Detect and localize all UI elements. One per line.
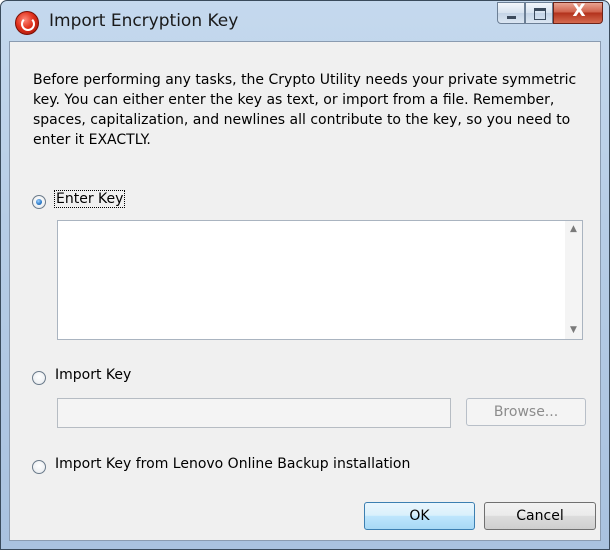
window-title: Import Encryption Key	[49, 11, 239, 31]
close-icon: X	[572, 1, 586, 21]
import-path-field[interactable]	[57, 398, 451, 428]
minimize-icon	[507, 16, 516, 19]
import-key-label[interactable]: Import Key	[55, 367, 131, 383]
close-button[interactable]: X	[553, 1, 603, 24]
scroll-up-arrow-icon[interactable]: ▲	[565, 221, 582, 238]
ok-button[interactable]: OK	[364, 502, 475, 530]
caption-buttons: X	[497, 1, 603, 26]
browse-button[interactable]: Browse...	[466, 398, 586, 426]
title-bar[interactable]: Import Encryption Key X	[1, 1, 609, 41]
cancel-button-label: Cancel	[516, 508, 564, 524]
key-text-area[interactable]: ▲ ▼	[57, 220, 583, 340]
crypto-utility-icon	[15, 11, 39, 35]
import-lenovo-radio[interactable]	[32, 460, 46, 474]
vertical-scrollbar[interactable]: ▲ ▼	[565, 221, 582, 339]
dialog-window: Import Encryption Key X Before performin…	[0, 0, 610, 550]
import-key-radio[interactable]	[32, 371, 46, 385]
instructions-text: Before performing any tasks, the Crypto …	[33, 72, 577, 148]
enter-key-radio[interactable]	[32, 195, 46, 209]
scroll-down-arrow-icon[interactable]: ▼	[565, 322, 582, 339]
enter-key-label-text: Enter Key	[53, 190, 126, 208]
maximize-icon	[534, 8, 546, 20]
enter-key-label[interactable]: Enter Key	[53, 190, 126, 208]
cancel-button[interactable]: Cancel	[484, 502, 596, 530]
minimize-button[interactable]	[497, 2, 525, 24]
import-lenovo-label[interactable]: Import Key from Lenovo Online Backup ins…	[55, 456, 410, 472]
dialog-body: Before performing any tasks, the Crypto …	[9, 41, 601, 541]
ok-button-label: OK	[409, 508, 430, 524]
browse-button-label: Browse...	[493, 404, 559, 420]
maximize-button[interactable]	[525, 2, 553, 24]
